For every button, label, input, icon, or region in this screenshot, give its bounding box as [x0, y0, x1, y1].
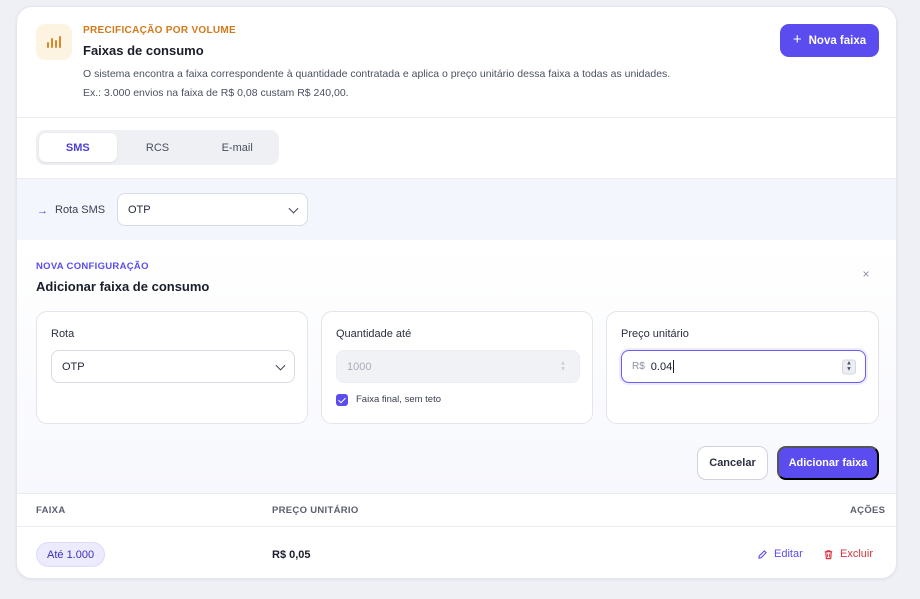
column-header-actions: AÇÕES — [850, 505, 886, 516]
text-caret — [673, 360, 675, 373]
tab-email[interactable]: E-mail — [198, 133, 276, 162]
section-description: O sistema encontra a faixa correspondent… — [83, 68, 671, 99]
route-field: Rota OTP — [36, 311, 308, 424]
chevron-down-icon — [275, 360, 286, 371]
tab-sms[interactable]: SMS — [39, 133, 117, 162]
quantity-placeholder: 1000 — [347, 360, 372, 373]
panel-title: Adicionar faixa de consumo — [36, 279, 210, 294]
route-field-value: OTP — [62, 360, 85, 373]
column-header-range: FAIXA — [36, 505, 66, 516]
final-tier-checkbox-label: Faixa final, sem teto — [356, 394, 442, 405]
volume-pricing-card: PRECIFICAÇÃO POR VOLUME Faixas de consum… — [16, 6, 897, 579]
add-tier-button[interactable]: Adicionar faixa — [777, 446, 879, 480]
pencil-icon — [758, 549, 767, 559]
quantity-field: Quantidade até 1000 ▲ ▼ Faixa final, sem … — [321, 311, 593, 424]
column-header-price: PREÇO UNITÁRIO — [272, 505, 359, 516]
unit-price-cell: R$ 0,05 — [272, 549, 311, 561]
stepper-icon: ▲ ▼ — [560, 360, 566, 373]
price-input-value: 0.04 — [650, 360, 673, 373]
new-config-panel: NOVA CONFIGURAÇÃO Adicionar faixa de con… — [17, 241, 896, 493]
trash-icon — [824, 549, 833, 559]
final-tier-checkbox[interactable] — [336, 394, 348, 406]
route-bar: → Rota SMS OTP — [17, 179, 896, 240]
delete-label: Excluir — [840, 548, 874, 560]
panel-eyebrow: NOVA CONFIGURAÇÃO — [36, 261, 149, 272]
new-tier-button-label: Nova faixa — [808, 34, 867, 47]
route-select-value: OTP — [128, 203, 151, 216]
arrow-right-icon: → — [37, 205, 48, 217]
route-field-label: Rota — [51, 328, 75, 340]
price-field-label: Preço unitário — [621, 328, 689, 340]
quantity-field-label: Quantidade até — [336, 328, 412, 340]
tab-rcs[interactable]: RCS — [119, 133, 197, 162]
currency-prefix: R$ — [632, 361, 645, 372]
range-badge: Até 1.000 — [36, 542, 106, 567]
plus-icon: + — [792, 31, 802, 48]
delete-button[interactable]: Excluir — [823, 548, 873, 560]
price-field: Preço unitário R$ 0.04 ▲ ▼ — [606, 311, 879, 424]
page-title: Faixas de consumo — [83, 43, 204, 58]
stepper-icon[interactable]: ▲ ▼ — [842, 359, 856, 374]
price-input[interactable]: R$ 0.04 ▲ ▼ — [621, 350, 866, 383]
route-field-select[interactable]: OTP — [51, 350, 295, 383]
route-label: Rota SMS — [55, 204, 106, 216]
cancel-button[interactable]: Cancelar — [697, 446, 768, 480]
route-select[interactable]: OTP — [117, 193, 308, 226]
divider — [17, 493, 896, 494]
quantity-input[interactable]: 1000 ▲ ▼ — [336, 350, 580, 383]
close-icon[interactable]: × — [859, 267, 873, 281]
bar-chart-icon — [36, 24, 72, 60]
edit-button[interactable]: Editar — [757, 548, 803, 560]
section-eyebrow: PRECIFICAÇÃO POR VOLUME — [83, 25, 237, 36]
chevron-down-icon — [288, 203, 299, 214]
channel-tabs: SMS RCS E-mail — [36, 130, 279, 165]
divider — [17, 117, 896, 118]
divider — [17, 526, 896, 527]
new-tier-button[interactable]: + Nova faixa — [780, 24, 879, 57]
edit-label: Editar — [774, 548, 803, 560]
